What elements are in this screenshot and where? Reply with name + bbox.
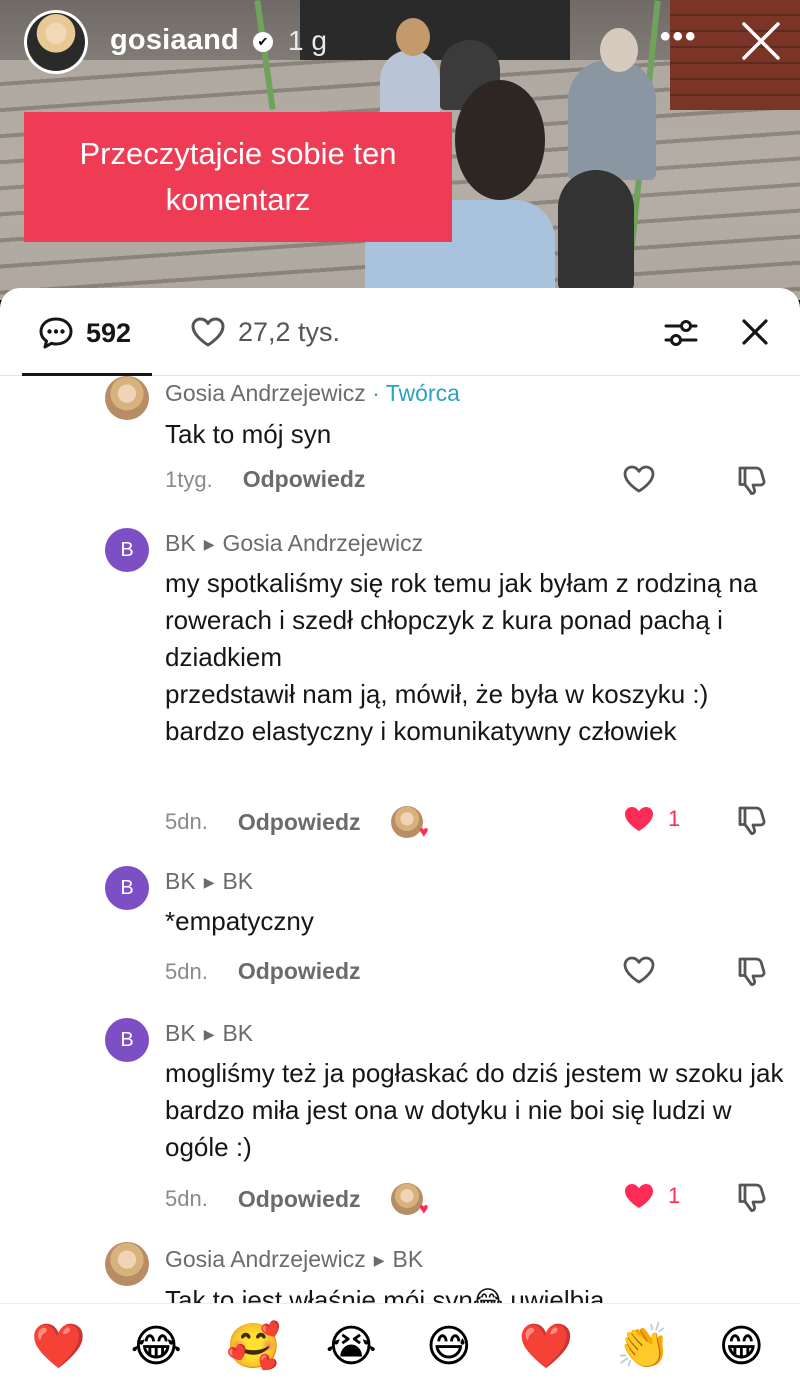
comment-text: mogliśmy też ja pogłaskać do dziś jestem… [165,1058,784,1162]
comment-meta: 5dn. Odpowiedz ♥ [165,1183,429,1218]
dislike-icon[interactable] [734,464,768,496]
comment-time: 1tyg. [165,466,213,492]
reply-button[interactable]: Odpowiedz [238,958,361,985]
heart-outline-icon[interactable] [622,955,656,985]
comment-author[interactable]: Gosia Andrzejewicz · Twórca [165,380,460,407]
story-avatar[interactable] [24,10,88,74]
avatar-image [27,13,85,71]
commenter-avatar[interactable] [105,376,149,420]
heart-icon: ♥ [419,824,429,841]
comments-sheet: 592 27,2 tys. Gosia Andrzejewicz · Twórc… [0,288,800,1303]
reply-button[interactable]: Odpowiedz [238,1186,361,1213]
comment-item: B BK ▶ BK *empatyczny 5dn. Odpowiedz [0,866,800,996]
comment-author[interactable]: Gosia Andrzejewicz ▶ BK [165,1246,423,1273]
comments-sheet-header: 592 27,2 tys. [0,288,800,376]
dislike-icon[interactable] [734,1181,768,1213]
reply-arrow-icon: ▶ [203,536,215,552]
creator-liked-avatar: ♥ [390,806,429,841]
dislike-icon[interactable] [734,804,768,836]
tab-likes[interactable]: 27,2 tys. [190,316,340,348]
story-time-ago: 1 g [288,25,327,56]
reply-button[interactable]: Odpowiedz [238,809,361,836]
background-person-head [455,80,545,200]
comment-time: 5dn. [165,1186,208,1211]
author-name: Gosia Andrzejewicz [165,1246,366,1272]
reaction-heart[interactable]: ❤️ [24,1317,94,1377]
reply-button[interactable]: Odpowiedz [243,466,366,493]
heart-filled-icon [625,1184,653,1208]
commenter-avatar[interactable] [105,1242,149,1286]
story-caption: Przeczytajcie sobie ten komentarz [24,112,452,242]
story-caption-text: Przeczytajcie sobie ten komentarz [79,136,397,217]
reply-arrow-icon: ▶ [203,874,215,890]
comment-author[interactable]: BK ▶ BK [165,868,253,895]
comment-text: my spotkaliśmy się rok temu jak byłam z … [165,568,758,746]
comment-bubble-icon [39,317,73,349]
comment-meta: 1tyg. Odpowiedz [165,466,365,493]
reaction-sweat-smile[interactable]: 😅 [414,1317,484,1377]
like-button[interactable]: 1 [622,804,680,834]
comment-time: 5dn. [165,809,208,834]
tab-comments[interactable]: 592 [38,316,131,350]
reaction-clapping[interactable]: 👏 [609,1317,679,1377]
author-name: BK [165,1020,196,1046]
reaction-heart[interactable]: ❤️ [511,1317,581,1377]
comment-item: B BK ▶ Gosia Andrzejewicz my spotkaliśmy s… [0,528,800,848]
comment-item: B BK ▶ BK mogliśmy też ja pogłaskać do dzi… [0,1018,800,1238]
creator-badge: · Twórca [372,380,460,406]
comment-text: *empatyczny [165,906,314,936]
comment-meta: 5dn. Odpowiedz ♥ [165,806,429,841]
creator-liked-avatar: ♥ [390,1183,429,1218]
author-name: BK [165,530,196,556]
filter-sliders-icon[interactable] [664,318,698,348]
comment-author[interactable]: BK ▶ Gosia Andrzejewicz [165,530,423,557]
heart-filled-icon [625,807,653,831]
reaction-crying[interactable]: 😭 [316,1317,386,1377]
reply-to-name: BK [392,1246,424,1272]
close-comments-icon[interactable] [741,318,769,346]
comment-like-count: 1 [668,806,681,831]
comment-like-count: 1 [668,1183,681,1208]
story-username[interactable]: gosiaand [110,24,239,57]
comment-author[interactable]: BK ▶ BK [165,1020,253,1047]
like-count: 27,2 tys. [238,316,341,347]
reply-arrow-icon: ▶ [203,1026,215,1042]
comment-meta: 5dn. Odpowiedz [165,958,361,985]
reaction-smiling-hearts[interactable]: 🥰 [219,1317,289,1377]
comment-text: Tak to jest właśnie mój syn😂 uwielbia [165,1285,605,1303]
quick-reactions-bar: ❤️ 😂 🥰 😭 😅 ❤️ 👏 😁 [0,1303,800,1390]
verified-badge-icon: ✔ [253,32,273,52]
reaction-grin[interactable]: 😁 [706,1317,776,1377]
background-person [558,170,634,290]
reply-to-name: BK [222,868,254,894]
story-header: gosiaand ✔ 1 g ••• [0,0,800,90]
close-story-icon[interactable] [740,20,782,62]
commenter-avatar[interactable]: B [105,866,149,910]
reaction-tears-of-joy[interactable]: 😂 [121,1317,191,1377]
heart-outline-icon [191,317,225,347]
commenter-avatar[interactable]: B [105,1018,149,1062]
dislike-icon[interactable] [734,955,768,987]
author-name: Gosia Andrzejewicz [165,380,366,406]
heart-icon: ♥ [419,1201,429,1218]
author-name: BK [165,868,196,894]
comment-item: Gosia Andrzejewicz · Twórca Tak to mój s… [0,376,800,516]
comment-time: 5dn. [165,958,208,984]
more-options-icon[interactable]: ••• [660,20,698,54]
heart-outline-icon[interactable] [622,464,656,494]
like-button[interactable]: 1 [622,1181,680,1211]
reply-to-name: BK [222,1020,254,1046]
reply-to-name: Gosia Andrzejewicz [222,530,424,556]
commenter-avatar[interactable]: B [105,528,149,572]
reply-arrow-icon: ▶ [373,1252,385,1268]
comment-text: Tak to mój syn [165,419,332,449]
comment-count: 592 [86,317,132,348]
comment-item: Gosia Andrzejewicz ▶ BK Tak to jest właśni… [0,1242,800,1303]
